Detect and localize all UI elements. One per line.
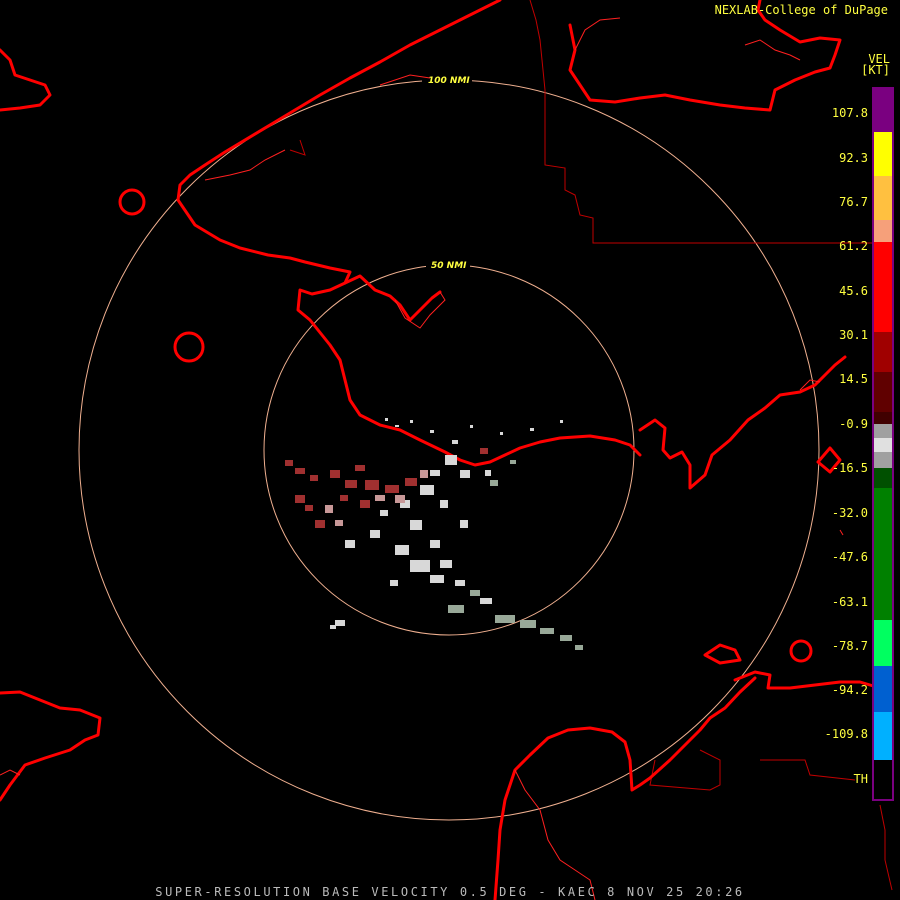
legend-label: -32.0 bbox=[831, 506, 868, 520]
velocity-colour-scale bbox=[872, 87, 894, 801]
velocity-echoes-greenish bbox=[448, 460, 583, 650]
legend-label: -0.9 bbox=[839, 417, 868, 431]
legend-label: -94.2 bbox=[831, 683, 868, 697]
legend-label: -47.6 bbox=[831, 550, 868, 564]
legend-label: 30.1 bbox=[839, 328, 868, 342]
legend-label: -109.8 bbox=[824, 727, 868, 741]
range-ring-100nmi bbox=[78, 79, 820, 821]
unit-label: [KT] bbox=[861, 63, 890, 77]
boundary-lines bbox=[289, 0, 893, 891]
range-ring-50nmi bbox=[263, 264, 635, 636]
coast-details bbox=[0, 17, 844, 900]
legend-label: 76.7 bbox=[839, 195, 868, 209]
ring-label-50: 50 NMI bbox=[431, 261, 467, 271]
coastlines bbox=[0, 0, 882, 900]
legend-label: -63.1 bbox=[831, 595, 868, 609]
legend-label: 92.3 bbox=[839, 151, 868, 165]
legend-label: 107.8 bbox=[831, 106, 868, 120]
legend-label: -16.5 bbox=[831, 461, 868, 475]
legend-label-th: TH bbox=[853, 772, 868, 786]
product-caption: SUPER-RESOLUTION BASE VELOCITY 0.5 DEG -… bbox=[155, 885, 745, 899]
credit-text: NEXLAB-College of DuPage bbox=[714, 3, 888, 17]
legend-label: 45.6 bbox=[839, 284, 868, 298]
ring-label-100: 100 NMI bbox=[428, 76, 470, 86]
velocity-echoes-inbound bbox=[330, 418, 563, 629]
legend-label: 14.5 bbox=[839, 372, 868, 386]
legend-label: 61.2 bbox=[839, 239, 868, 253]
legend-label: -78.7 bbox=[831, 639, 868, 653]
radar-map: 100 NMI 50 NMI bbox=[0, 0, 894, 900]
